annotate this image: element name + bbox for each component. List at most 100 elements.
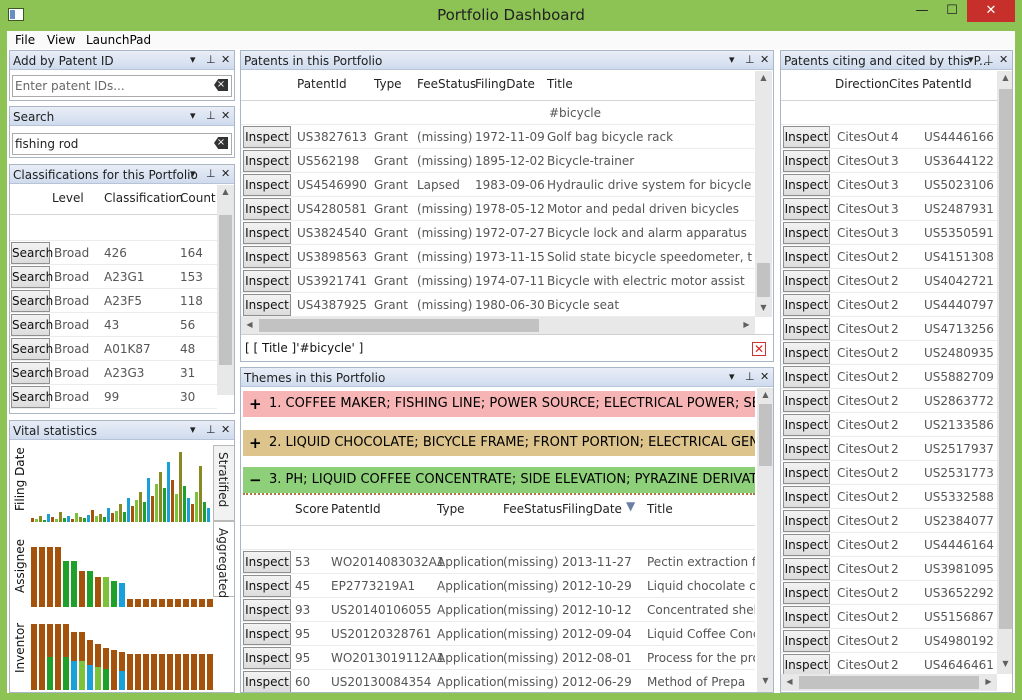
patents-hscrollbar[interactable]: ◀ ▶: [241, 317, 755, 334]
scroll-thumb[interactable]: [259, 319, 539, 332]
scroll-up-icon[interactable]: ▲: [757, 390, 774, 399]
column-title[interactable]: Title: [647, 502, 673, 516]
theme-3[interactable]: − 3. PH; LIQUID COFFEE CONCENTRATE; SIDE…: [243, 467, 755, 493]
pin-icon[interactable]: ⊥: [745, 53, 755, 66]
close-icon[interactable]: ✕: [760, 53, 769, 66]
inspect-button[interactable]: Inspect: [783, 150, 830, 172]
patents-vscrollbar[interactable]: ▲ ▼: [755, 71, 772, 317]
column-direction[interactable]: Direction: [835, 77, 889, 91]
inspect-button[interactable]: Inspect: [243, 126, 291, 148]
search-row-button[interactable]: Search: [11, 386, 50, 408]
citing-hscrollbar[interactable]: ◀ ▶: [781, 674, 997, 691]
inspect-button[interactable]: Inspect: [783, 318, 830, 340]
dropdown-icon[interactable]: ▾: [968, 53, 974, 66]
search-row-button[interactable]: Search: [11, 362, 50, 384]
collapse-icon[interactable]: −: [249, 467, 262, 493]
scroll-left-icon[interactable]: ◀: [241, 320, 258, 329]
scroll-down-icon[interactable]: ▼: [755, 303, 772, 312]
patent-id-input[interactable]: [15, 78, 209, 94]
close-window-button[interactable]: ✕: [967, 0, 1015, 22]
inspect-button[interactable]: Inspect: [783, 582, 830, 604]
tab-aggregated[interactable]: Aggregated: [213, 521, 235, 597]
classifications-scrollbar[interactable]: ▲: [217, 185, 234, 395]
scroll-right-icon[interactable]: ▶: [980, 677, 997, 686]
clear-icon[interactable]: ×: [214, 79, 228, 91]
inspect-button[interactable]: Inspect: [783, 246, 830, 268]
inspect-button[interactable]: Inspect: [783, 390, 830, 412]
clear-icon[interactable]: ×: [214, 137, 228, 149]
column-filingdate[interactable]: FilingDate: [562, 502, 622, 516]
column-classification[interactable]: Classification: [104, 191, 183, 205]
dropdown-icon[interactable]: ▾: [729, 370, 735, 383]
close-icon[interactable]: ✕: [999, 53, 1008, 66]
dropdown-icon[interactable]: ▾: [190, 109, 196, 122]
inspect-button[interactable]: Inspect: [783, 126, 830, 148]
inspect-button[interactable]: Inspect: [243, 647, 291, 669]
inspect-button[interactable]: Inspect: [783, 654, 830, 676]
dropdown-icon[interactable]: ▾: [190, 423, 196, 436]
dropdown-icon[interactable]: ▾: [729, 53, 735, 66]
dropdown-icon[interactable]: ▾: [190, 167, 196, 180]
dropdown-icon[interactable]: ▾: [190, 53, 196, 66]
column-type[interactable]: Type: [374, 77, 402, 91]
column-level[interactable]: Level: [52, 191, 84, 205]
inspect-button[interactable]: Inspect: [783, 270, 830, 292]
menu-view[interactable]: View: [47, 33, 75, 47]
inspect-button[interactable]: Inspect: [243, 150, 291, 172]
search-row-button[interactable]: Search: [11, 242, 50, 264]
inspect-button[interactable]: Inspect: [783, 558, 830, 580]
column-title[interactable]: Title: [547, 77, 573, 91]
search-row-button[interactable]: Search: [11, 338, 50, 360]
search-row-button[interactable]: Search: [11, 266, 50, 288]
scroll-up-icon[interactable]: ▲: [997, 73, 1013, 82]
inspect-button[interactable]: Inspect: [243, 174, 291, 196]
column-feestatus[interactable]: FeeStatus: [503, 502, 562, 516]
query-text[interactable]: [ [ Title ]'#bicycle' ]: [245, 341, 363, 355]
menu-launchpad[interactable]: LaunchPad: [86, 33, 151, 47]
minimize-button[interactable]: —: [908, 0, 936, 22]
inspect-button[interactable]: Inspect: [243, 198, 291, 220]
inspect-button[interactable]: Inspect: [243, 270, 291, 292]
search-row-button[interactable]: Search: [11, 290, 50, 312]
inspect-button[interactable]: Inspect: [243, 294, 291, 316]
scroll-left-icon[interactable]: ◀: [781, 677, 798, 686]
column-filingdate[interactable]: FilingDate: [475, 77, 535, 91]
inspect-button[interactable]: Inspect: [783, 174, 830, 196]
inspect-button[interactable]: Inspect: [243, 246, 291, 268]
inspect-button[interactable]: Inspect: [243, 551, 291, 573]
inspect-button[interactable]: Inspect: [783, 198, 830, 220]
column-feestatus[interactable]: FeeStatus: [417, 77, 476, 91]
column-patentid[interactable]: PatentId: [297, 77, 347, 91]
column-patentid[interactable]: PatentId: [331, 502, 381, 516]
scroll-right-icon[interactable]: ▶: [738, 320, 755, 329]
inspect-button[interactable]: Inspect: [243, 575, 291, 597]
scroll-down-icon[interactable]: ▼: [757, 676, 774, 685]
scroll-up-icon[interactable]: ▲: [217, 187, 234, 196]
inspect-button[interactable]: Inspect: [783, 510, 830, 532]
inspect-button[interactable]: Inspect: [243, 671, 291, 693]
tab-stratified[interactable]: Stratified: [213, 445, 235, 521]
inspect-button[interactable]: Inspect: [783, 342, 830, 364]
inspect-button[interactable]: Inspect: [243, 623, 291, 645]
scroll-thumb[interactable]: [759, 404, 772, 466]
close-icon[interactable]: ✕: [760, 370, 769, 383]
theme-2[interactable]: + 2. LIQUID CHOCOLATE; BICYCLE FRAME; FR…: [243, 430, 755, 456]
pin-icon[interactable]: ⊥: [206, 167, 216, 180]
inspect-button[interactable]: Inspect: [783, 534, 830, 556]
inspect-button[interactable]: Inspect: [783, 438, 830, 460]
themes-scrollbar[interactable]: ▲ ▼: [757, 388, 774, 693]
inspect-button[interactable]: Inspect: [243, 222, 291, 244]
title-filter-value[interactable]: #bicycle: [549, 106, 601, 120]
theme-1[interactable]: + 1. COFFEE MAKER; FISHING LINE; POWER S…: [243, 391, 755, 417]
maximize-button[interactable]: ☐: [938, 0, 966, 22]
pin-icon[interactable]: ⊥: [206, 423, 216, 436]
scroll-thumb[interactable]: [999, 89, 1012, 629]
inspect-button[interactable]: Inspect: [783, 294, 830, 316]
column-score[interactable]: Score: [295, 502, 329, 516]
expand-icon[interactable]: +: [249, 430, 262, 456]
pin-icon[interactable]: ⊥: [745, 370, 755, 383]
scroll-thumb[interactable]: [757, 263, 770, 297]
scroll-up-icon[interactable]: ▲: [755, 73, 772, 82]
inspect-button[interactable]: Inspect: [783, 366, 830, 388]
scroll-thumb[interactable]: [799, 676, 979, 689]
